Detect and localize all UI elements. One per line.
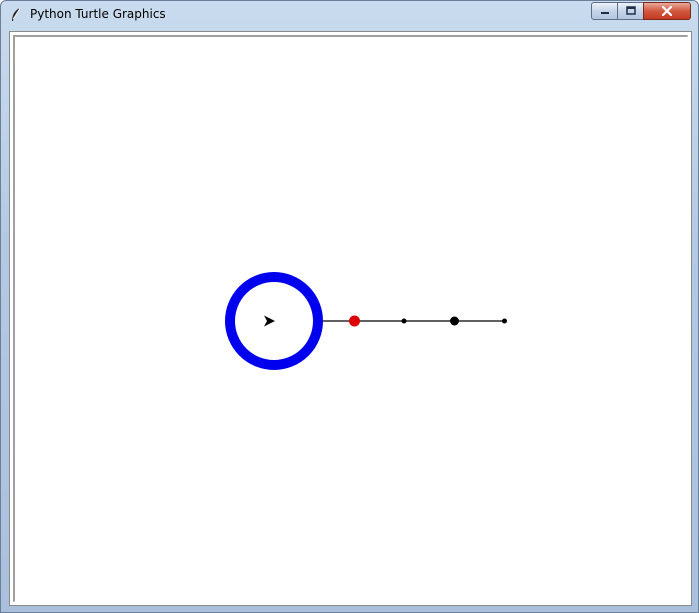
client-area: [9, 31, 692, 606]
window-title: Python Turtle Graphics: [30, 7, 166, 21]
minimize-button[interactable]: [591, 2, 618, 20]
feather-icon: [12, 7, 21, 21]
maximize-icon: [625, 6, 636, 15]
small-dot-1: [401, 318, 407, 324]
close-icon: [661, 5, 673, 17]
maximize-button[interactable]: [617, 2, 644, 20]
small-dot-2: [502, 318, 507, 324]
close-button[interactable]: [643, 2, 691, 20]
turtle-canvas-frame[interactable]: [13, 35, 688, 602]
turtle-canvas[interactable]: [15, 37, 688, 602]
title-bar[interactable]: Python Turtle Graphics: [1, 1, 698, 29]
minimize-icon: [600, 12, 609, 14]
red-dot: [349, 315, 360, 327]
turtle-window: Python Turtle Graphics: [0, 0, 699, 613]
medium-dot: [450, 316, 459, 326]
